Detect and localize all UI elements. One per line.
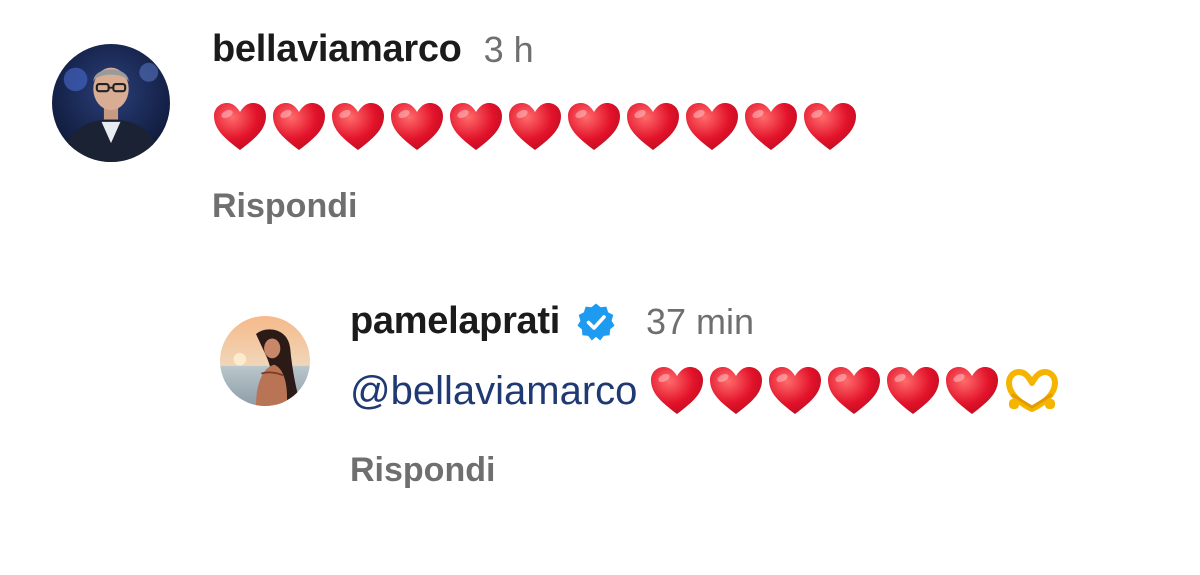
red-heart-emoji-icon bbox=[448, 101, 504, 153]
red-heart-emoji-icon bbox=[767, 365, 823, 417]
reply-button[interactable]: Rispondi bbox=[212, 187, 861, 226]
red-heart-emoji-icon bbox=[802, 101, 858, 153]
red-heart-emoji-icon bbox=[743, 101, 799, 153]
red-heart-emoji-icon bbox=[708, 365, 764, 417]
comment-body: bellaviamarco 3 h Rispondi bbox=[212, 28, 861, 226]
red-heart-emoji-icon bbox=[212, 101, 268, 153]
heart-hands-emoji-icon bbox=[1005, 369, 1059, 413]
comment-body: pamelaprati 37 min @bellaviamarco Rispon… bbox=[350, 300, 1059, 490]
red-heart-emoji-icon bbox=[566, 101, 622, 153]
timestamp: 3 h bbox=[483, 28, 534, 70]
comment-text: @bellaviamarco bbox=[350, 361, 1059, 421]
person-in-suit-avatar-icon bbox=[52, 44, 170, 162]
woman-beach-sunset-avatar-icon bbox=[220, 316, 310, 406]
comment-meta: bellaviamarco 3 h bbox=[212, 28, 861, 71]
mention-link[interactable]: @bellaviamarco bbox=[350, 369, 637, 414]
username[interactable]: bellaviamarco bbox=[212, 28, 462, 71]
reply-button[interactable]: Rispondi bbox=[350, 451, 1059, 490]
red-heart-emoji-icon bbox=[649, 365, 705, 417]
comment-meta: pamelaprati 37 min bbox=[350, 300, 1059, 343]
red-heart-emoji-icon bbox=[271, 101, 327, 153]
heart-emoji-row bbox=[212, 101, 861, 153]
red-heart-emoji-icon bbox=[507, 101, 563, 153]
red-heart-emoji-icon bbox=[389, 101, 445, 153]
comments-thread: bellaviamarco 3 h Rispondi pamelaprati 3… bbox=[0, 0, 1200, 575]
red-heart-emoji-icon bbox=[684, 101, 740, 153]
verified-badge-icon bbox=[576, 302, 616, 342]
red-heart-emoji-icon bbox=[885, 365, 941, 417]
avatar[interactable] bbox=[220, 316, 310, 406]
comment-text bbox=[212, 97, 861, 157]
red-heart-emoji-icon bbox=[625, 101, 681, 153]
avatar[interactable] bbox=[52, 44, 170, 162]
timestamp: 37 min bbox=[646, 300, 755, 342]
red-heart-emoji-icon bbox=[330, 101, 386, 153]
username[interactable]: pamelaprati bbox=[350, 300, 560, 343]
red-heart-emoji-icon bbox=[944, 365, 1000, 417]
heart-emoji-row bbox=[649, 365, 1003, 417]
red-heart-emoji-icon bbox=[826, 365, 882, 417]
